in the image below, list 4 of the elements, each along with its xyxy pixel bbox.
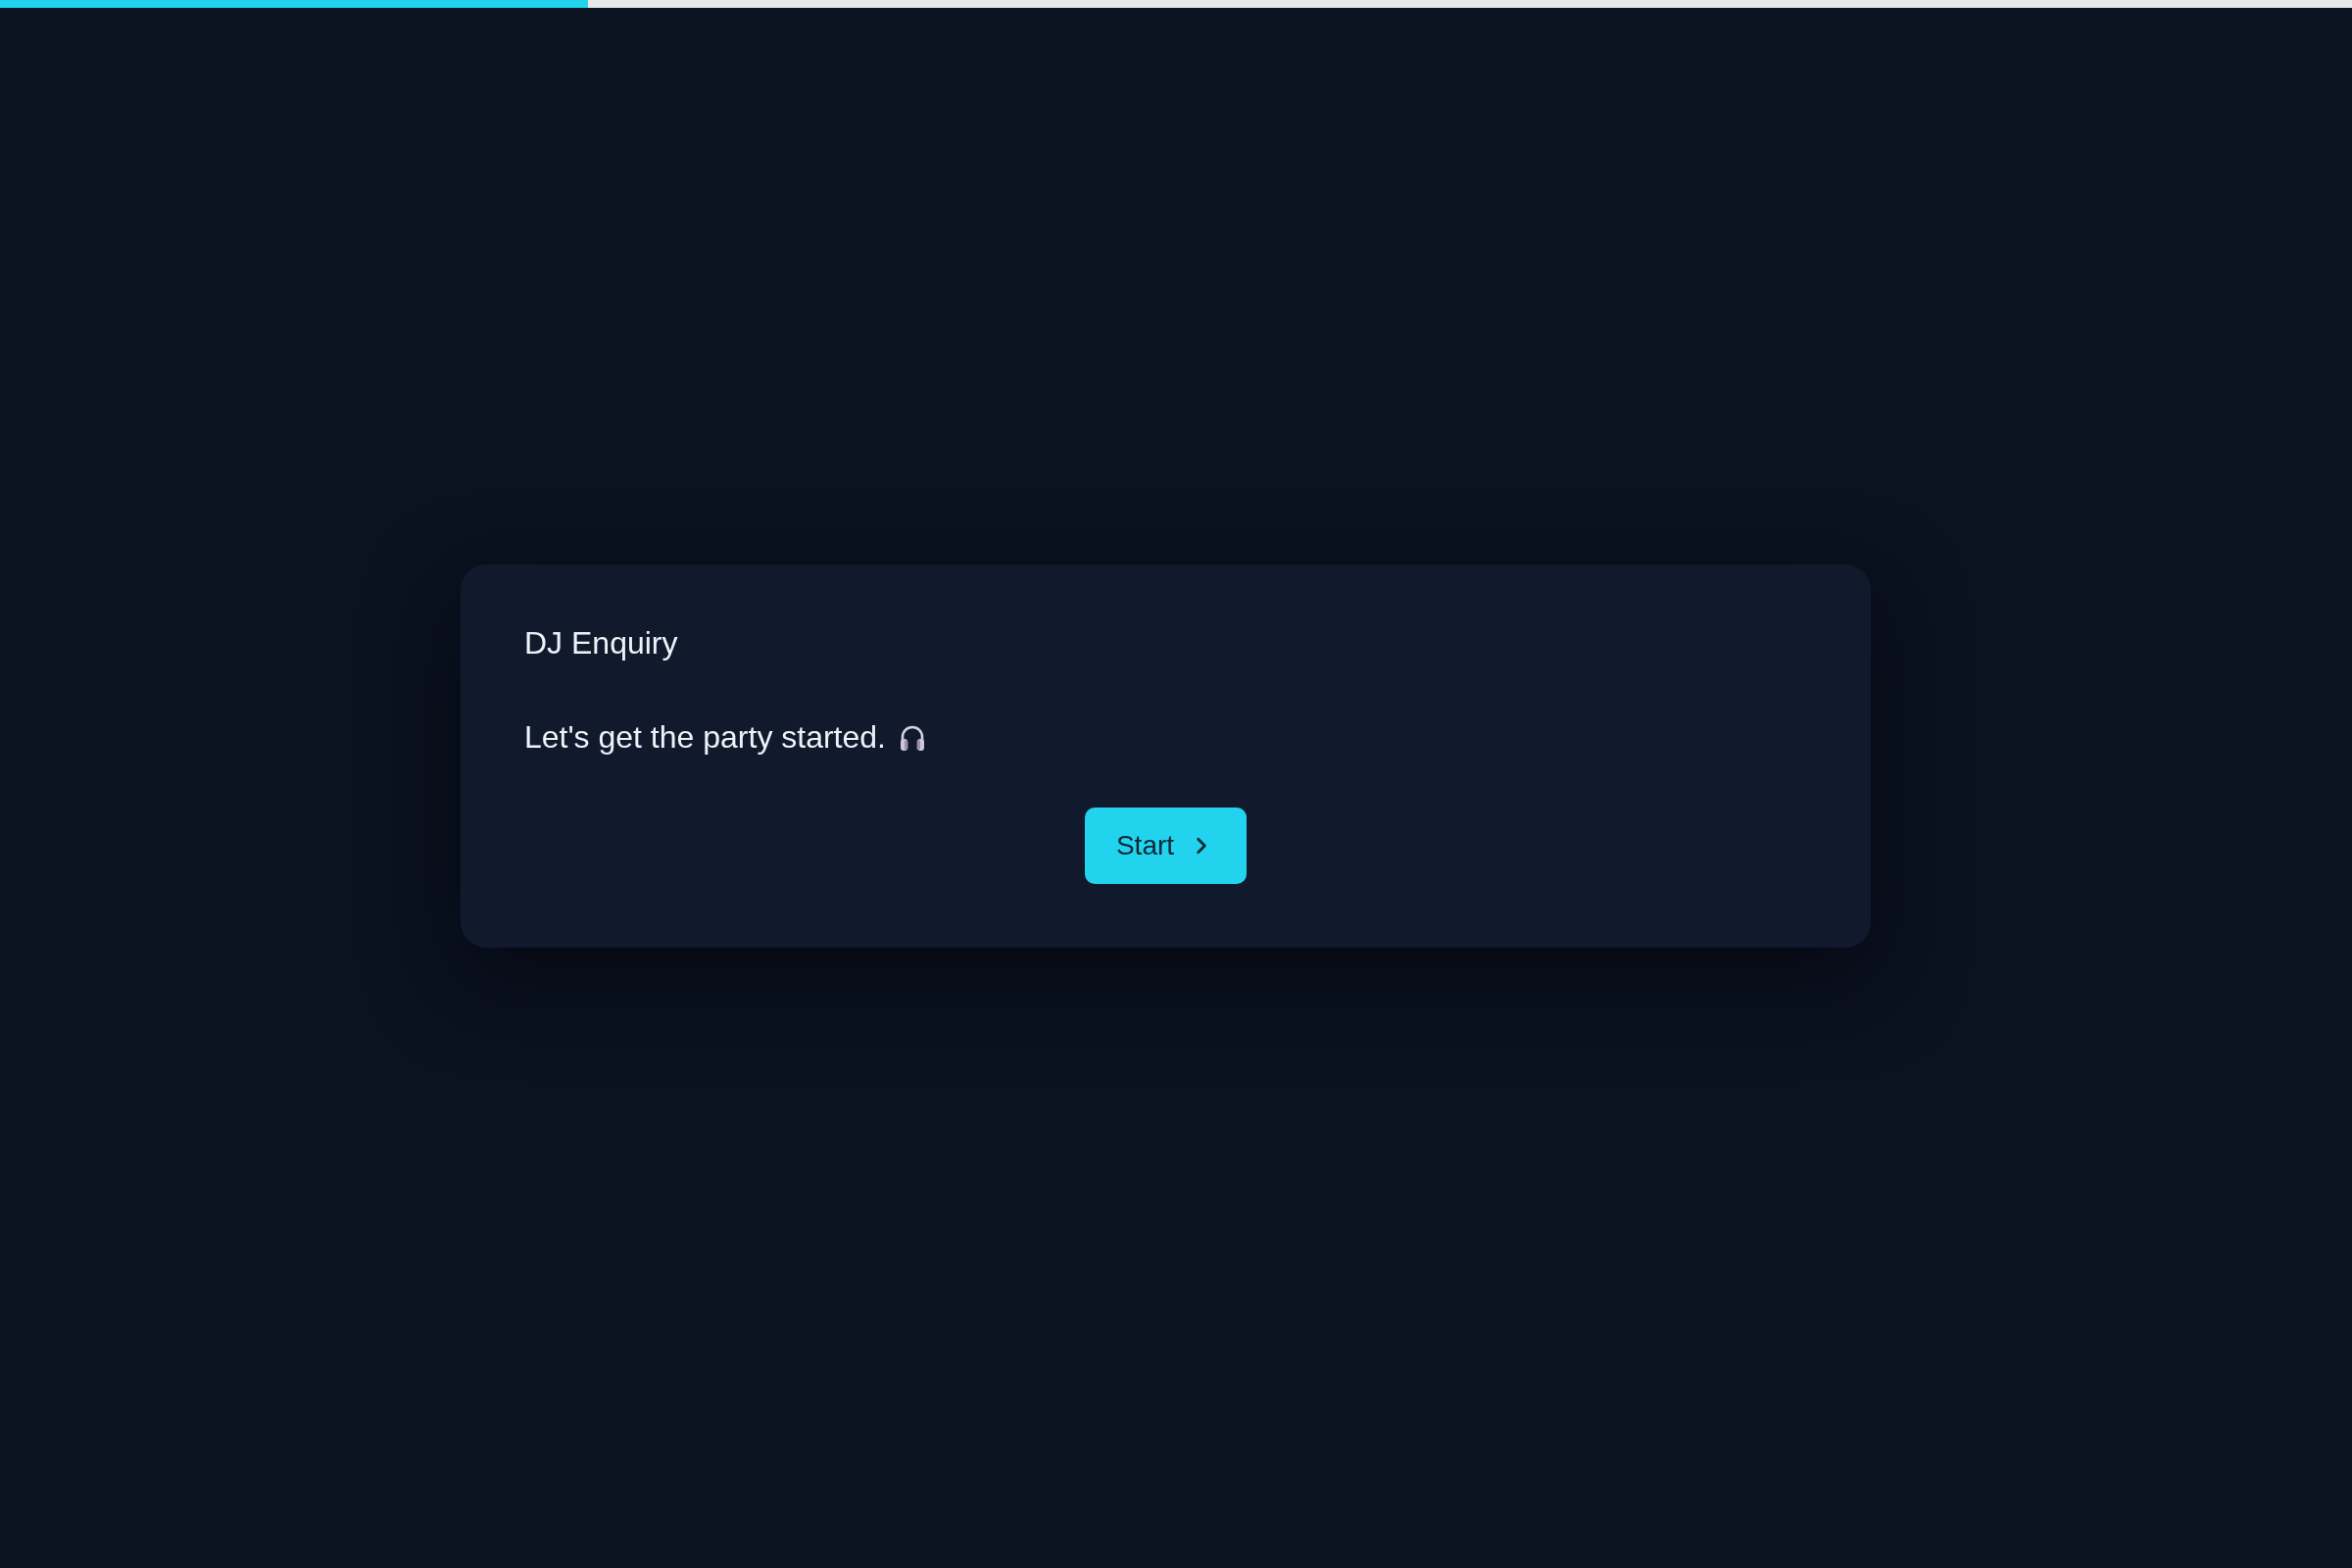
chevron-right-icon: [1196, 837, 1208, 855]
start-button[interactable]: Start: [1084, 808, 1248, 884]
welcome-message: Let's get the party started.: [524, 718, 886, 757]
form-title: DJ Enquiry: [524, 624, 678, 662]
